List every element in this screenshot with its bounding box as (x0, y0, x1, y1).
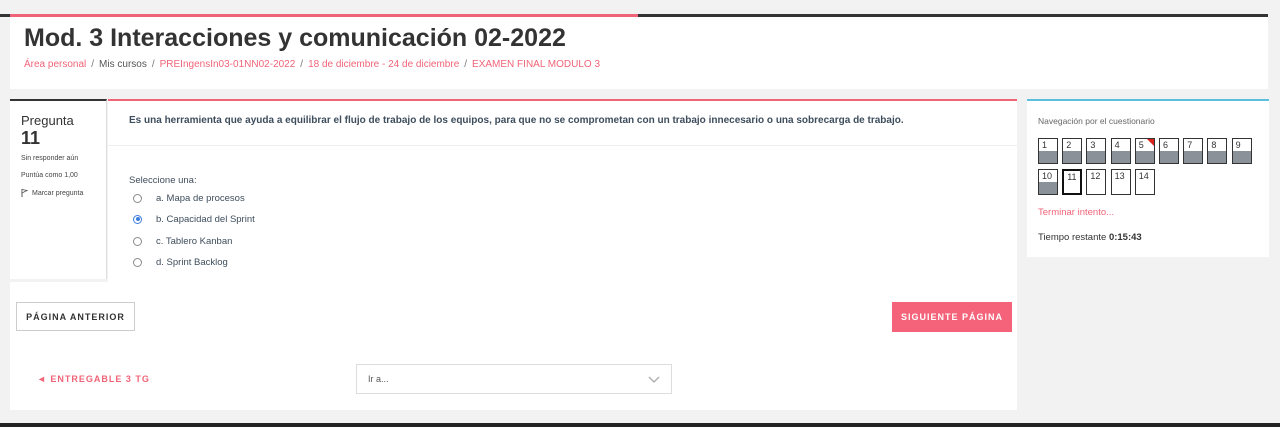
breadcrumb-home[interactable]: Área personal (24, 59, 86, 70)
quiz-nav-button-12[interactable]: 12 (1086, 169, 1107, 195)
time-remaining-value: 0:15:43 (1108, 232, 1142, 243)
quiz-nav-number: 4 (1114, 140, 1120, 150)
quiz-navigation-title: Navegación por el cuestionario (1038, 116, 1155, 126)
quiz-nav-number: 10 (1042, 171, 1053, 181)
quiz-nav-button-2[interactable]: 2 (1062, 138, 1083, 164)
quiz-nav-number: 11 (1067, 172, 1077, 182)
previous-activity-link[interactable]: ◄ ENTREGABLE 3 TG (37, 374, 150, 384)
answer-label-a: a. Mapa de procesos (156, 192, 245, 204)
quiz-nav-button-5[interactable]: 5 (1134, 138, 1155, 164)
answered-indicator (1135, 151, 1154, 163)
quiz-nav-button-3[interactable]: 3 (1086, 138, 1107, 164)
quiz-nav-number: 5 (1138, 140, 1144, 150)
question-divider (108, 145, 1017, 146)
quiz-nav-number: 12 (1090, 171, 1101, 181)
radio-d[interactable] (133, 257, 142, 267)
radio-b[interactable] (133, 214, 142, 224)
flagged-indicator-icon (1146, 139, 1154, 146)
answered-indicator (1208, 151, 1227, 163)
radio-a[interactable] (133, 193, 142, 203)
question-label: Pregunta (21, 113, 74, 128)
bottom-bar (0, 423, 1280, 427)
breadcrumb-course[interactable]: PREIngensIn03-01NN02-2022 (160, 59, 296, 70)
quiz-nav-button-1[interactable]: 1 (1038, 138, 1058, 164)
flag-icon (21, 189, 28, 197)
breadcrumb-courses: Mis cursos (99, 59, 147, 70)
jump-to-value: Ir a... (368, 374, 389, 384)
answered-indicator (1087, 151, 1106, 163)
flag-question-label: Marcar pregunta (32, 189, 84, 197)
quiz-nav-number: 2 (1066, 140, 1072, 150)
answer-label-b: b. Capacidad del Sprint (156, 213, 255, 225)
answered-indicator (1039, 151, 1057, 163)
answered-indicator (1232, 151, 1251, 163)
next-page-button[interactable]: SIGUIENTE PÁGINA (892, 302, 1012, 332)
quiz-nav-number: 13 (1114, 171, 1125, 181)
answer-label-c: c. Tablero Kanban (156, 235, 233, 247)
quiz-nav-button-13[interactable]: 13 (1110, 169, 1131, 195)
answered-indicator (1039, 182, 1057, 194)
answer-option-c[interactable]: c. Tablero Kanban (133, 234, 232, 248)
time-remaining: Tiempo restante 0:15:43 (1038, 232, 1142, 243)
question-grade: Puntúa como 1,00 (21, 172, 78, 179)
quiz-nav-number: 9 (1235, 140, 1241, 150)
previous-page-button[interactable]: PÁGINA ANTERIOR (16, 302, 135, 331)
answered-indicator (1184, 151, 1203, 163)
answer-prompt: Seleccione una: (129, 175, 197, 186)
finish-attempt-link[interactable]: Terminar intento... (1038, 207, 1114, 218)
quiz-nav-number: 3 (1090, 140, 1096, 150)
quiz-nav-number: 7 (1187, 140, 1193, 150)
page-navigation-area: PÁGINA ANTERIOR SIGUIENTE PÁGINA ◄ ENTRE… (10, 282, 1017, 410)
quiz-nav-button-8[interactable]: 8 (1207, 138, 1228, 164)
quiz-nav-number: 1 (1042, 140, 1048, 150)
quiz-nav-button-4[interactable]: 4 (1110, 138, 1131, 164)
question-text: Es una herramienta que ayuda a equilibra… (129, 115, 904, 126)
jump-to-select[interactable]: Ir a... (356, 364, 672, 394)
breadcrumb: Área personal / Mis cursos / PREIngensIn03-0… (24, 59, 601, 70)
answer-label-d: d. Sprint Backlog (156, 256, 228, 268)
answered-indicator (1111, 151, 1130, 163)
question-status: Sin responder aún (21, 155, 79, 162)
breadcrumb-section[interactable]: 18 de diciembre - 24 de diciembre (308, 59, 459, 70)
page-header: Mod. 3 Interacciones y comunicación 02-2… (10, 17, 1268, 89)
answer-option-b[interactable]: b. Capacidad del Sprint (133, 212, 255, 226)
quiz-nav-button-9[interactable]: 9 (1231, 138, 1252, 164)
chevron-down-icon (648, 376, 660, 383)
flag-question-link[interactable]: Marcar pregunta (21, 189, 83, 197)
page-title: Mod. 3 Interacciones y comunicación 02-2… (24, 24, 566, 52)
question-number: 11 (21, 128, 41, 148)
quiz-nav-number: 8 (1211, 140, 1217, 150)
time-remaining-label: Tiempo restante (1038, 232, 1109, 243)
radio-c[interactable] (133, 236, 142, 246)
quiz-nav-button-11[interactable]: 11 (1062, 169, 1083, 195)
answer-option-d[interactable]: d. Sprint Backlog (133, 255, 228, 269)
question-info-panel: Pregunta 11 Sin responder aún Puntúa com… (10, 99, 107, 279)
answer-option-a[interactable]: a. Mapa de procesos (133, 191, 245, 205)
breadcrumb-quiz[interactable]: EXAMEN FINAL MODULO 3 (472, 59, 600, 70)
answered-indicator (1160, 151, 1178, 163)
quiz-nav-button-6[interactable]: 6 (1159, 138, 1179, 164)
quiz-navigation-panel: Navegación por el cuestionario 123456789… (1027, 99, 1269, 257)
quiz-nav-number: 6 (1163, 140, 1169, 150)
quiz-nav-button-10[interactable]: 10 (1038, 169, 1058, 195)
question-body: Es una herramienta que ayuda a equilibra… (108, 99, 1017, 282)
quiz-nav-number: 14 (1138, 171, 1149, 181)
quiz-nav-button-14[interactable]: 14 (1134, 169, 1155, 195)
quiz-nav-button-7[interactable]: 7 (1183, 138, 1204, 164)
answered-indicator (1063, 151, 1082, 163)
